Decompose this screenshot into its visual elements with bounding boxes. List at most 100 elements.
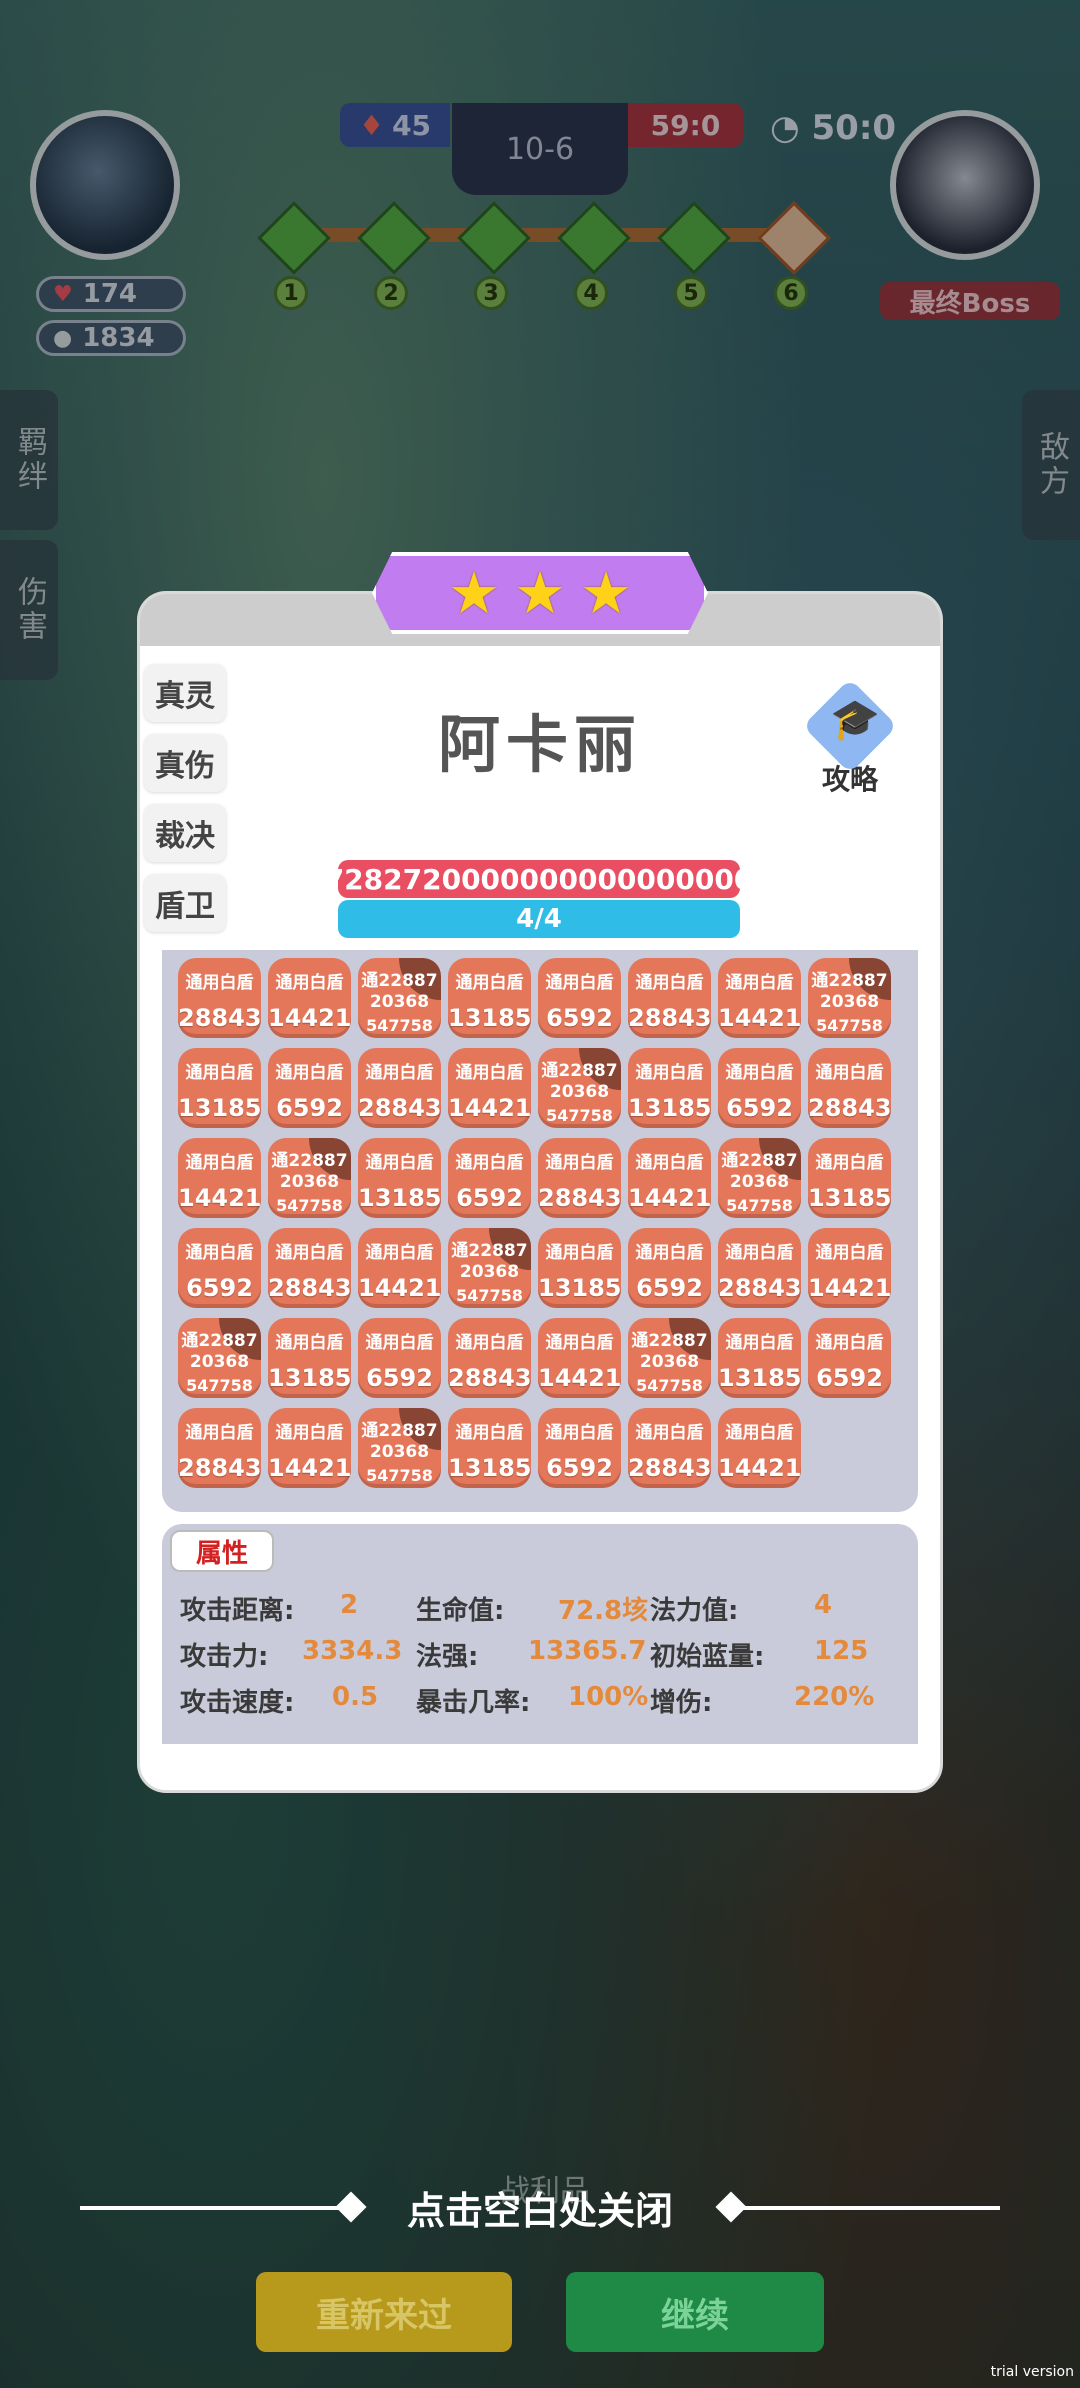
tab-trait-4[interactable]: 盾卫: [144, 874, 226, 932]
buff-value: 6592: [186, 1274, 253, 1302]
attr-row: 攻击速度: 0.5 暴击几率: 100% 增伤: 220%: [180, 1682, 910, 1718]
buff-tile[interactable]: 通用白盾 14421: [358, 1228, 441, 1308]
buff-tile[interactable]: 通用白盾 13185: [808, 1138, 891, 1218]
buff-tile[interactable]: 通用白盾 14421: [718, 958, 801, 1038]
buff-tile[interactable]: 通用白盾 28843: [808, 1048, 891, 1128]
buff-tile[interactable]: 通用白盾 14421: [538, 1318, 621, 1398]
tab-trait-3[interactable]: 裁决: [144, 804, 226, 862]
buff-tile[interactable]: 通用白盾 13185: [448, 1408, 531, 1488]
buff-tile[interactable]: 通用白盾 13185: [358, 1138, 441, 1218]
continue-button[interactable]: 继续: [566, 2272, 824, 2352]
buff-stack-line: 通22887: [181, 1331, 258, 1351]
buff-stack-tile[interactable]: 通22887 20368 547758: [268, 1138, 351, 1218]
buff-tile[interactable]: 通用白盾 14421: [268, 1408, 351, 1488]
buff-tile[interactable]: 通用白盾 28843: [628, 958, 711, 1038]
buff-tile[interactable]: 通用白盾 28843: [178, 958, 261, 1038]
buff-tile[interactable]: 通用白盾 28843: [358, 1048, 441, 1128]
buff-tile[interactable]: 通用白盾 6592: [808, 1318, 891, 1398]
attr-value: 100%: [568, 1682, 649, 1712]
buff-title: 通用白盾: [725, 1063, 794, 1083]
buff-title: 通用白盾: [635, 1243, 704, 1263]
buff-value: 6592: [636, 1274, 703, 1302]
progress-bar: 4/4: [338, 900, 740, 938]
attr-key: 攻击速度:: [180, 1688, 295, 1718]
buff-tile[interactable]: 通用白盾 6592: [178, 1228, 261, 1308]
buff-value: 14421: [718, 1004, 801, 1032]
buff-tile[interactable]: 通用白盾 6592: [538, 958, 621, 1038]
buff-stack-tile[interactable]: 通22887 20368 547758: [808, 958, 891, 1038]
buff-stack-line: 20368: [819, 992, 880, 1012]
retry-button[interactable]: 重新来过: [256, 2272, 512, 2352]
buff-value: 13185: [448, 1454, 531, 1482]
hero-detail-modal: 真灵 真伤 裁决 盾卫 阿卡丽 🎓 攻略 7282720000000000000…: [140, 594, 940, 1790]
buff-stack-line: 20368: [459, 1262, 520, 1282]
buff-tile[interactable]: 通用白盾 13185: [718, 1318, 801, 1398]
buff-title: 通用白盾: [725, 973, 794, 993]
buff-title: 通用白盾: [635, 973, 704, 993]
buff-tile[interactable]: 通用白盾 6592: [718, 1048, 801, 1128]
buff-title: 通用白盾: [635, 1063, 704, 1083]
star-icon: ★: [514, 559, 566, 627]
buff-stack-tile[interactable]: 通22887 20368 547758: [358, 1408, 441, 1488]
attr-value: 72.8垓: [558, 1596, 649, 1626]
buff-stack-tile[interactable]: 通22887 20368 547758: [358, 958, 441, 1038]
buff-value: 6592: [366, 1364, 433, 1392]
attr-key: 攻击力:: [180, 1642, 269, 1672]
buff-tile[interactable]: 通用白盾 6592: [538, 1408, 621, 1488]
buff-stack-line: 20368: [279, 1172, 340, 1192]
buff-tile[interactable]: 通用白盾 14421: [178, 1138, 261, 1218]
buff-title: 通用白盾: [545, 1243, 614, 1263]
buff-tile[interactable]: 通用白盾 6592: [268, 1048, 351, 1128]
buff-tile[interactable]: 通用白盾 13185: [538, 1228, 621, 1308]
buff-stack-line: 通22887: [361, 971, 438, 991]
buff-tile[interactable]: 通用白盾 14421: [808, 1228, 891, 1308]
buff-tile[interactable]: 通用白盾 28843: [178, 1408, 261, 1488]
buff-stack-line: 20368: [369, 992, 430, 1012]
buff-tile[interactable]: 通用白盾 14421: [268, 958, 351, 1038]
buff-title: 通用白盾: [545, 1153, 614, 1173]
attr-value: 125: [814, 1636, 869, 1666]
buff-title: 通用白盾: [275, 1243, 344, 1263]
buff-tile[interactable]: 通用白盾 6592: [628, 1228, 711, 1308]
attr-row: 攻击距离: 2 生命值: 72.8垓 法力值: 4: [180, 1590, 910, 1626]
buff-stack-line: 通22887: [541, 1061, 618, 1081]
buff-stack-line: 547758: [456, 1286, 523, 1305]
attr-key: 法力值:: [650, 1596, 739, 1626]
buff-stack-line: 20368: [729, 1172, 790, 1192]
buff-tile[interactable]: 通用白盾 28843: [268, 1228, 351, 1308]
buff-tile[interactable]: 通用白盾 13185: [268, 1318, 351, 1398]
buff-title: 通用白盾: [185, 1423, 254, 1443]
attr-value: 4: [814, 1590, 833, 1620]
buff-tile[interactable]: 通用白盾 13185: [178, 1048, 261, 1128]
buff-stack-line: 547758: [816, 1016, 883, 1035]
buff-title: 通用白盾: [275, 1333, 344, 1353]
buff-stack-tile[interactable]: 通22887 20368 547758: [178, 1318, 261, 1398]
buff-tile[interactable]: 通用白盾 14421: [628, 1138, 711, 1218]
buff-stack-tile[interactable]: 通22887 20368 547758: [628, 1318, 711, 1398]
buff-tile[interactable]: 通用白盾 28843: [538, 1138, 621, 1218]
buff-tile[interactable]: 通用白盾 28843: [628, 1408, 711, 1488]
buff-tile[interactable]: 通用白盾 28843: [718, 1228, 801, 1308]
buff-value: 13185: [628, 1094, 711, 1122]
buff-title: 通用白盾: [185, 1243, 254, 1263]
buff-tile[interactable]: 通用白盾 13185: [448, 958, 531, 1038]
buff-stack-tile[interactable]: 通22887 20368 547758: [448, 1228, 531, 1308]
close-hint[interactable]: 点击空白处关闭: [0, 2180, 1080, 2235]
buff-stack-line: 547758: [366, 1016, 433, 1035]
star-icon: ★: [448, 559, 500, 627]
buff-stack-tile[interactable]: 通22887 20368 547758: [538, 1048, 621, 1128]
buff-stack-line: 547758: [366, 1466, 433, 1485]
buff-tile[interactable]: 通用白盾 6592: [448, 1138, 531, 1218]
buff-title: 通用白盾: [275, 1063, 344, 1083]
buff-tile[interactable]: 通用白盾 14421: [718, 1408, 801, 1488]
buff-tile[interactable]: 通用白盾 13185: [628, 1048, 711, 1128]
buff-tile[interactable]: 通用白盾 6592: [358, 1318, 441, 1398]
buff-title: 通用白盾: [815, 1243, 884, 1263]
buff-stack-line: 通22887: [721, 1151, 798, 1171]
buff-stack-tile[interactable]: 通22887 20368 547758: [718, 1138, 801, 1218]
buff-value: 14421: [538, 1364, 621, 1392]
guide-button[interactable]: 🎓 攻略: [800, 678, 900, 798]
buff-tile[interactable]: 通用白盾 14421: [448, 1048, 531, 1128]
buff-tile[interactable]: 通用白盾 28843: [448, 1318, 531, 1398]
buff-value: 13185: [448, 1004, 531, 1032]
